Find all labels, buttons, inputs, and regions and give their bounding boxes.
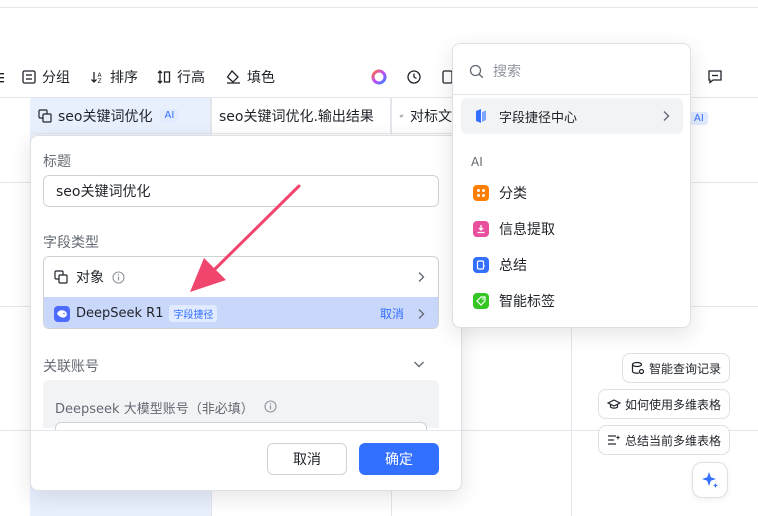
ai-assistant-button[interactable]: [371, 56, 393, 98]
summary-icon: [473, 257, 489, 273]
sort-button[interactable]: AZ 排序: [90, 56, 138, 98]
link-icon: [399, 114, 404, 117]
how-to-use-chip[interactable]: 如何使用多维表格: [598, 389, 731, 419]
group-label: 分组: [42, 70, 70, 86]
query-history-label: 智能查询记录: [649, 361, 722, 376]
shortcut-menu: 搜索 字段捷径中心 AI 分类 信息提取 总结 智能标签: [452, 43, 691, 328]
summarize-label: 总结当前多维表格: [625, 433, 722, 448]
history-button[interactable]: [406, 56, 428, 98]
fill-label: 填色: [247, 70, 275, 86]
account-section: Deepseek 大模型账号（非必填）: [43, 380, 439, 428]
column-header-benchmark[interactable]: 对标文: [391, 98, 453, 134]
how-to-use-label: 如何使用多维表格: [625, 397, 722, 412]
account-input[interactable]: [55, 422, 427, 430]
menu-search[interactable]: 搜索: [469, 61, 521, 81]
classify-icon: [473, 185, 489, 201]
tag-icon: [473, 293, 489, 309]
graduation-icon: [607, 399, 621, 409]
shortcut-center-item[interactable]: 字段捷径中心: [461, 98, 683, 134]
ai-sparkle-button[interactable]: [692, 462, 728, 498]
deepseek-icon: [54, 305, 70, 322]
info-icon: [264, 400, 277, 413]
footer-divider: [31, 430, 461, 431]
sparkle-icon: [702, 472, 718, 488]
column-header-seo[interactable]: seo关键词优化 AI: [30, 98, 211, 134]
field-type-option-object[interactable]: 对象: [44, 257, 438, 297]
shortcut-center-label: 字段捷径中心: [499, 110, 578, 126]
query-history-chip[interactable]: 智能查询记录: [622, 353, 731, 383]
ai-ring-icon: [371, 69, 387, 85]
database-icon: [631, 361, 645, 375]
field-type-option-deepseek[interactable]: DeepSeek R1 字段捷径 取消: [44, 297, 438, 328]
column-header-label: seo关键词优化: [58, 108, 153, 125]
object-icon: [54, 270, 68, 284]
menu-divider: [453, 94, 690, 95]
row-height-button[interactable]: 行高: [157, 56, 205, 98]
chevron-down-icon[interactable]: [413, 359, 425, 369]
group-icon: [22, 70, 36, 84]
cancel-selection-link[interactable]: 取消: [380, 305, 404, 322]
row-height-icon: [157, 70, 171, 84]
clock-icon: [407, 70, 421, 84]
search-icon: [469, 64, 484, 78]
smart-tag-label: 智能标签: [499, 294, 555, 310]
chevron-right-icon: [418, 272, 425, 282]
title-label: 标题: [43, 154, 71, 170]
field-type-label: 字段类型: [43, 235, 99, 251]
title-input[interactable]: seo关键词优化: [43, 175, 439, 207]
ai-section-label: AI: [471, 155, 483, 169]
chevron-right-icon: [663, 111, 670, 121]
column-header-label: 对标文: [410, 108, 452, 125]
object-field-icon: [38, 108, 52, 123]
info-icon: [112, 270, 125, 284]
summarize-chip[interactable]: 总结当前多维表格: [598, 425, 731, 455]
shortcut-tag: 字段捷径: [169, 305, 218, 322]
column-header-label: seo关键词优化.输出结果: [219, 108, 374, 125]
comment-icon: [708, 70, 722, 84]
shortcut-center-icon: [473, 108, 489, 124]
column-header-output[interactable]: seo关键词优化.输出结果: [211, 98, 391, 134]
object-option-label: 对象: [76, 270, 104, 286]
toolbar-cut-icon[interactable]: [0, 56, 12, 98]
ai-badge: AI: [690, 112, 708, 125]
field-config-panel: 标题 seo关键词优化 字段类型 对象 DeepSeek R1 字段捷径 取消 …: [30, 135, 462, 491]
summary-label: 总结: [499, 258, 527, 274]
confirm-button[interactable]: 确定: [359, 443, 439, 475]
menu-item-summary[interactable]: 总结: [461, 247, 683, 283]
account-field-label: Deepseek 大模型账号（非必填）: [55, 402, 254, 417]
field-type-select: 对象 DeepSeek R1 字段捷径 取消: [43, 256, 439, 329]
summary-icon: [608, 435, 621, 445]
row-height-label: 行高: [177, 70, 205, 86]
svg-text:Z: Z: [98, 78, 102, 84]
menu-item-extract[interactable]: 信息提取: [461, 211, 683, 247]
menu-item-classify[interactable]: 分类: [461, 175, 683, 211]
chevron-right-icon: [418, 308, 425, 319]
ai-badge: AI: [160, 109, 179, 122]
extract-icon: [473, 221, 489, 237]
column-header-ai-partial: AI: [690, 106, 708, 125]
group-button[interactable]: 分组: [22, 56, 70, 98]
extract-label: 信息提取: [499, 222, 555, 238]
fill-icon: [226, 70, 240, 84]
search-placeholder: 搜索: [493, 64, 521, 80]
cancel-button[interactable]: 取消: [267, 443, 347, 475]
menu-item-smart-tag[interactable]: 智能标签: [461, 283, 683, 319]
account-label: 关联账号: [43, 359, 99, 375]
deepseek-label: DeepSeek R1: [76, 306, 164, 321]
classify-label: 分类: [499, 186, 527, 202]
title-input-value: seo关键词优化: [56, 184, 151, 200]
top-divider: [0, 7, 758, 8]
sort-label: 排序: [110, 70, 138, 86]
fill-button[interactable]: 填色: [226, 56, 275, 98]
sort-icon: AZ: [91, 72, 103, 84]
comment-button[interactable]: [707, 56, 729, 98]
